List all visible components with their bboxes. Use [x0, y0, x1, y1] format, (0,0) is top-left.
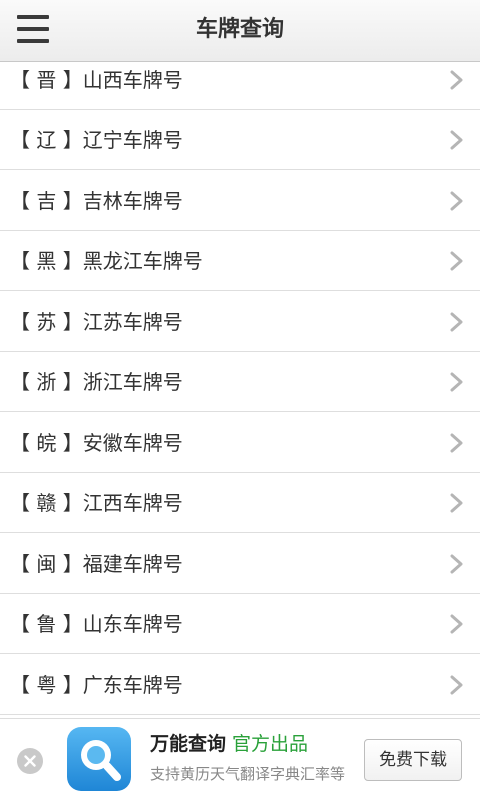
list-item[interactable]: 【 浙 】浙江车牌号 — [0, 352, 480, 412]
list-item-label: 【 黑 】黑龙江车牌号 — [10, 249, 203, 273]
download-button[interactable]: 免费下载 — [364, 739, 462, 781]
list-item[interactable]: 【 闽 】福建车牌号 — [0, 534, 480, 594]
ad-banner[interactable]: 万能查询 官方出品 支持黄历天气翻译字典汇率等 免费下载 — [0, 718, 480, 800]
list-item-label: 【 粤 】广东车牌号 — [10, 673, 183, 697]
chevron-right-icon — [450, 130, 463, 150]
list-item-label: 【 晋 】山西车牌号 — [10, 68, 183, 92]
list-item-label: 【 闽 】福建车牌号 — [10, 552, 183, 576]
magnifier-app-icon[interactable] — [67, 727, 131, 791]
chevron-right-icon — [450, 312, 463, 332]
chevron-right-icon — [450, 554, 463, 574]
list-item[interactable]: 【 辽 】辽宁车牌号 — [0, 110, 480, 170]
chevron-right-icon — [450, 614, 463, 634]
plate-list: 【 晋 】山西车牌号 【 辽 】辽宁车牌号 【 吉 】吉林车牌号 【 黑 】黑龙… — [0, 62, 480, 718]
ad-app-name: 万能查询 — [150, 733, 227, 755]
list-item[interactable]: 【 苏 】江苏车牌号 — [0, 292, 480, 352]
close-icon[interactable] — [17, 748, 43, 774]
list-item-label: 【 鲁 】山东车牌号 — [10, 612, 183, 636]
chevron-right-icon — [450, 70, 463, 90]
hamburger-menu-icon[interactable] — [17, 15, 49, 45]
ad-subtitle: 支持黄历天气翻译字典汇率等 — [150, 765, 346, 783]
chevron-right-icon — [450, 251, 463, 271]
chevron-right-icon — [450, 191, 463, 211]
app-header: 车牌查询 — [0, 0, 480, 62]
chevron-right-icon — [450, 433, 463, 453]
page-title: 车牌查询 — [195, 17, 284, 42]
chevron-right-icon — [450, 372, 463, 392]
list-item[interactable]: 【 黑 】黑龙江车牌号 — [0, 231, 480, 291]
list-item[interactable]: 【 晋 】山西车牌号 — [0, 62, 480, 110]
list-item[interactable]: 【 粤 】广东车牌号 — [0, 655, 480, 715]
chevron-right-icon — [450, 493, 463, 513]
list-item-label: 【 浙 】浙江车牌号 — [10, 370, 183, 394]
list-item-label: 【 辽 】辽宁车牌号 — [10, 128, 183, 152]
ad-tag: 官方出品 — [232, 733, 309, 755]
list-item[interactable]: 【 吉 】吉林车牌号 — [0, 171, 480, 231]
ad-title: 万能查询 官方出品 — [150, 729, 308, 756]
list-item[interactable]: 【 皖 】安徽车牌号 — [0, 413, 480, 473]
list-item-label: 【 苏 】江苏车牌号 — [10, 310, 183, 334]
list-item[interactable]: 【 赣 】江西车牌号 — [0, 473, 480, 533]
list-item[interactable]: 【 鲁 】山东车牌号 — [0, 594, 480, 654]
chevron-right-icon — [450, 675, 463, 695]
list-item-label: 【 皖 】安徽车牌号 — [10, 431, 183, 455]
list-item-label: 【 赣 】江西车牌号 — [10, 491, 183, 515]
list-item-label: 【 吉 】吉林车牌号 — [10, 189, 183, 213]
